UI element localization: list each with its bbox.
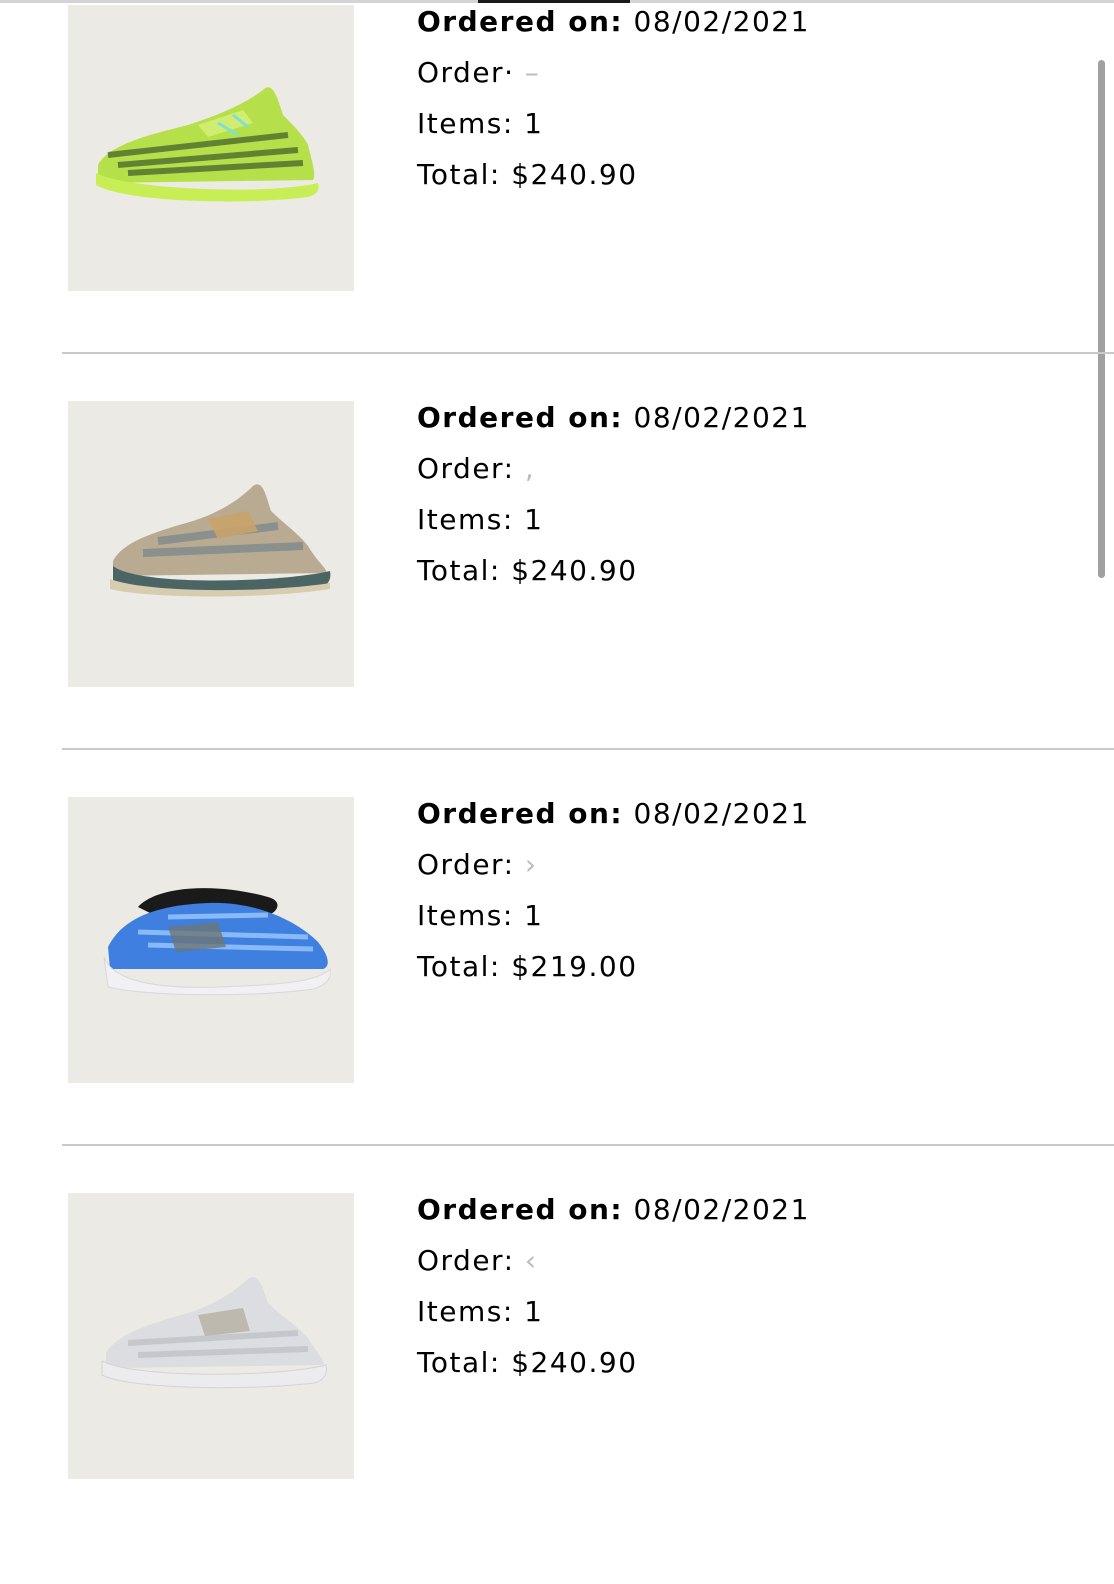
product-image-2[interactable] (68, 401, 354, 687)
order-card-2[interactable]: Ordered on: 08/02/2021 Order: , Items: 1… (0, 396, 1114, 792)
order-total: $240.90 (511, 1346, 638, 1379)
sneaker-yellow-icon (96, 87, 319, 202)
ordered-on-label: Ordered on: (417, 5, 624, 38)
order-number-redacted: , (524, 452, 536, 485)
sneaker-blue-icon (103, 888, 331, 996)
order-number-redacted: – (524, 56, 541, 89)
order-date: 08/02/2021 (633, 797, 810, 830)
order-number-redacted: ‹ (524, 1244, 538, 1277)
total-row: Total: $240.90 (417, 1337, 810, 1388)
divider (62, 1144, 1114, 1146)
product-image-3[interactable] (68, 797, 354, 1083)
ordered-on-label: Ordered on: (417, 1193, 624, 1226)
ordered-on-row: Ordered on: 08/02/2021 (417, 392, 810, 443)
product-image-1[interactable] (68, 5, 354, 291)
order-number-redacted: › (524, 848, 538, 881)
total-label: Total: (417, 1346, 501, 1379)
order-label: Order: (417, 848, 515, 881)
items-count: 1 (524, 107, 544, 140)
product-image-4[interactable] (68, 1193, 354, 1479)
order-info-1: Ordered on: 08/02/2021 Order· – Items: 1… (417, 0, 810, 200)
total-label: Total: (417, 158, 501, 191)
items-count: 1 (524, 1295, 544, 1328)
order-date: 08/02/2021 (633, 401, 810, 434)
total-row: Total: $219.00 (417, 941, 810, 992)
order-total: $219.00 (511, 950, 638, 983)
items-row: Items: 1 (417, 494, 810, 545)
items-label: Items: (417, 503, 514, 536)
order-card-3[interactable]: Ordered on: 08/02/2021 Order: › Items: 1… (0, 792, 1114, 1188)
divider (62, 352, 1114, 354)
items-row: Items: 1 (417, 98, 810, 149)
order-number-row: Order: , (417, 443, 810, 494)
total-label: Total: (417, 950, 501, 983)
order-info-3: Ordered on: 08/02/2021 Order: › Items: 1… (417, 788, 810, 992)
total-label: Total: (417, 554, 501, 587)
divider (62, 748, 1114, 750)
order-label: Order: (417, 1244, 515, 1277)
order-number-row: Order· – (417, 47, 810, 98)
order-total: $240.90 (511, 554, 638, 587)
total-row: Total: $240.90 (417, 149, 810, 200)
ordered-on-row: Ordered on: 08/02/2021 (417, 1184, 810, 1235)
items-label: Items: (417, 899, 514, 932)
items-row: Items: 1 (417, 1286, 810, 1337)
items-count: 1 (524, 503, 544, 536)
order-date: 08/02/2021 (633, 1193, 810, 1226)
order-info-4: Ordered on: 08/02/2021 Order: ‹ Items: 1… (417, 1184, 810, 1388)
order-label: Order· (417, 56, 515, 89)
sneaker-white-icon (101, 1276, 327, 1389)
ordered-on-row: Ordered on: 08/02/2021 (417, 0, 810, 47)
ordered-on-label: Ordered on: (417, 401, 624, 434)
order-card-4[interactable]: Ordered on: 08/02/2021 Order: ‹ Items: 1… (0, 1188, 1114, 1584)
order-info-2: Ordered on: 08/02/2021 Order: , Items: 1… (417, 392, 810, 596)
sneaker-grey-tan-icon (110, 484, 331, 597)
ordered-on-label: Ordered on: (417, 797, 624, 830)
items-row: Items: 1 (417, 890, 810, 941)
items-count: 1 (524, 899, 544, 932)
ordered-on-row: Ordered on: 08/02/2021 (417, 788, 810, 839)
order-number-row: Order: ‹ (417, 1235, 810, 1286)
items-label: Items: (417, 1295, 514, 1328)
order-total: $240.90 (511, 158, 638, 191)
order-number-row: Order: › (417, 839, 810, 890)
order-date: 08/02/2021 (633, 5, 810, 38)
order-label: Order: (417, 452, 515, 485)
order-card-1[interactable]: Ordered on: 08/02/2021 Order· – Items: 1… (0, 0, 1114, 396)
total-row: Total: $240.90 (417, 545, 810, 596)
items-label: Items: (417, 107, 514, 140)
